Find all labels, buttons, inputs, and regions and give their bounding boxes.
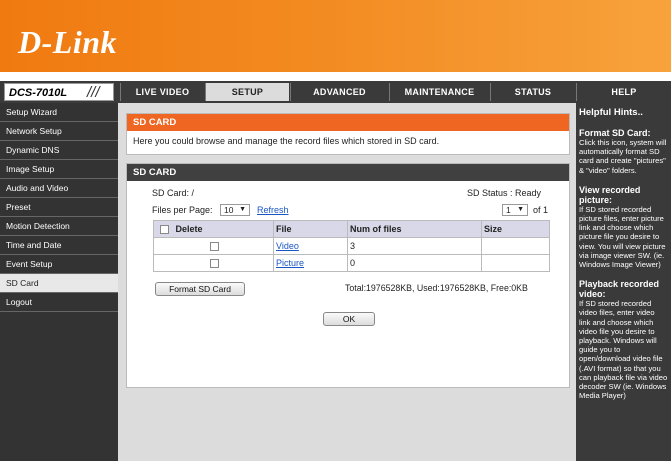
sidebar-item-time-date[interactable]: Time and Date xyxy=(0,236,118,255)
sidebar-item-audio-video[interactable]: Audio and Video xyxy=(0,179,118,198)
format-sd-card-button[interactable]: Format SD Card xyxy=(155,282,245,296)
num-files-cell: 3 xyxy=(347,237,482,255)
helpful-hints-panel: Helpful Hints.. Format SD Card: Click th… xyxy=(576,103,671,461)
hint-body: If SD stored recorded picture files, ent… xyxy=(579,204,666,270)
dlink-logo: D-Link xyxy=(18,24,117,60)
sidebar-item-image-setup[interactable]: Image Setup xyxy=(0,160,118,179)
tab-status[interactable]: STATUS xyxy=(490,83,575,101)
size-cell xyxy=(481,254,550,272)
intro-title: SD CARD xyxy=(127,114,569,131)
num-files-cell: 0 xyxy=(347,254,482,272)
page-select[interactable]: 1 ▼ xyxy=(502,204,528,216)
table-header-row: Delete File Num of files Size xyxy=(153,220,550,238)
model-badge: DCS-7010L /// xyxy=(4,83,114,101)
page-of-label: of 1 xyxy=(533,205,549,215)
tab-maintenance[interactable]: MAINTENANCE xyxy=(389,83,489,101)
sidebar-item-logout[interactable]: Logout xyxy=(0,293,118,312)
tab-live-video[interactable]: LIVE VIDEO xyxy=(120,83,204,101)
model-slash-decoration: /// xyxy=(87,84,100,101)
hint-body: Click this icon, system will automatical… xyxy=(579,138,667,175)
intro-text: Here you could browse and manage the rec… xyxy=(133,136,440,146)
sidebar-item-network-setup[interactable]: Network Setup xyxy=(0,122,118,141)
sidebar-item-sd-card[interactable]: SD Card xyxy=(0,274,118,293)
video-folder-link[interactable]: Video xyxy=(276,241,299,251)
storage-summary: Total:1976528KB, Used:1976528KB, Free:0K… xyxy=(345,283,528,293)
column-num-files: Num of files xyxy=(347,220,482,238)
file-cell: Video xyxy=(273,237,348,255)
column-delete: Delete xyxy=(153,220,274,238)
chevron-down-icon: ▼ xyxy=(239,206,246,213)
ok-button[interactable]: OK xyxy=(323,312,375,326)
files-table: Delete File Num of files Size Video 3 Pi… xyxy=(153,220,550,272)
hint-heading: View recorded picture: xyxy=(579,184,641,205)
sidebar: Setup Wizard Network Setup Dynamic DNS I… xyxy=(0,103,118,461)
sidebar-item-setup-wizard[interactable]: Setup Wizard xyxy=(0,103,118,122)
picture-folder-link[interactable]: Picture xyxy=(276,258,304,268)
main-content: SD CARD Here you could browse and manage… xyxy=(118,103,576,461)
hints-title: Helpful Hints.. xyxy=(579,107,643,118)
hint-heading: Playback recorded video: xyxy=(579,279,660,300)
sidebar-item-preset[interactable]: Preset xyxy=(0,198,118,217)
model-name: DCS-7010L xyxy=(9,87,68,99)
sdcard-status: SD Status : Ready xyxy=(467,188,542,198)
size-cell xyxy=(481,237,550,255)
table-row: Picture 0 xyxy=(153,254,550,272)
files-per-page-label: Files per Page: xyxy=(152,205,213,215)
table-row: Video 3 xyxy=(153,237,550,255)
hint-body: If SD stored recorded video files, enter… xyxy=(579,299,668,401)
select-all-checkbox[interactable] xyxy=(160,225,169,235)
files-per-page-select[interactable]: 10 ▼ xyxy=(220,204,250,216)
intro-panel: SD CARD Here you could browse and manage… xyxy=(126,113,570,155)
sdcard-title: SD CARD xyxy=(127,164,569,181)
tab-help[interactable]: HELP xyxy=(576,83,671,101)
column-delete-label: Delete xyxy=(175,223,203,234)
sidebar-item-motion-detection[interactable]: Motion Detection xyxy=(0,217,118,236)
row-checkbox-cell xyxy=(153,237,274,255)
page-value: 1 xyxy=(506,205,511,215)
tab-setup[interactable]: SETUP xyxy=(205,83,289,101)
hint-heading: Format SD Card: xyxy=(579,128,651,138)
sdcard-path: SD Card: / xyxy=(152,188,195,198)
row-checkbox-cell xyxy=(153,254,274,272)
files-per-page-value: 10 xyxy=(224,205,234,215)
column-file: File xyxy=(273,220,348,238)
chevron-down-icon: ▼ xyxy=(517,206,524,213)
sidebar-item-event-setup[interactable]: Event Setup xyxy=(0,255,118,274)
sidebar-item-dynamic-dns[interactable]: Dynamic DNS xyxy=(0,141,118,160)
sdcard-panel: SD CARD SD Card: / SD Status : Ready Fil… xyxy=(126,163,570,388)
tab-advanced[interactable]: ADVANCED xyxy=(290,83,388,101)
row-checkbox[interactable] xyxy=(210,242,219,252)
column-size: Size xyxy=(481,220,550,238)
header-banner: D-Link xyxy=(0,0,671,72)
refresh-link[interactable]: Refresh xyxy=(257,205,289,215)
file-cell: Picture xyxy=(273,254,348,272)
row-checkbox[interactable] xyxy=(210,259,219,269)
header-divider xyxy=(0,72,671,81)
